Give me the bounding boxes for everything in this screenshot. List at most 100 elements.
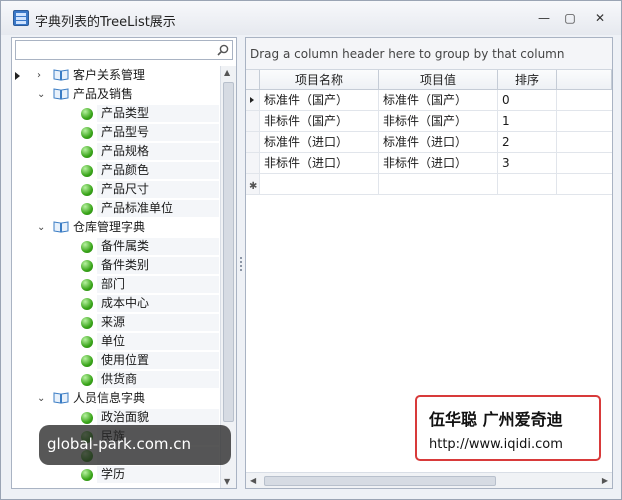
dictionary-tree: › 客户关系管理 ⌄ 产品及销售 产品类型 产品型号 产品规格 产品颜色 产品尺寸 产品标准单位 ⌄… xyxy=(13,66,219,486)
tree-node-item[interactable]: 单位 xyxy=(13,332,219,351)
cell-empty xyxy=(557,90,612,110)
green-dot-icon xyxy=(81,108,93,120)
grid-scroll-thumb[interactable] xyxy=(264,476,496,486)
book-icon xyxy=(53,88,69,100)
search-icon[interactable] xyxy=(217,44,229,56)
tree-node-item[interactable]: 产品颜色 xyxy=(13,161,219,180)
scroll-up-icon[interactable]: ▲ xyxy=(224,68,230,77)
tree-node-label: 单位 xyxy=(101,334,126,348)
grid-header-row: 项目名称 项目值 排序 xyxy=(246,70,612,90)
minimize-button[interactable]: — xyxy=(535,11,553,25)
tree-node-item[interactable]: 使用位置 xyxy=(13,351,219,370)
tree-node-item[interactable]: 产品标准单位 xyxy=(13,199,219,218)
splitter-grip-icon[interactable] xyxy=(240,257,242,271)
row-indicator[interactable] xyxy=(246,132,260,152)
tree-panel: › 客户关系管理 ⌄ 产品及销售 产品类型 产品型号 产品规格 产品颜色 产品尺寸 产品标准单位 ⌄… xyxy=(11,37,237,489)
group-by-panel[interactable]: Drag a column header here to group by th… xyxy=(246,38,612,70)
watermark-banner: global-park.com.cn xyxy=(39,425,231,465)
tree-node-item[interactable]: 学历 xyxy=(13,465,219,484)
row-indicator[interactable] xyxy=(246,153,260,173)
cell-item-value[interactable]: 标准件（进口） xyxy=(379,132,498,152)
tree-node-item[interactable]: 备件类别 xyxy=(13,256,219,275)
cell-sort-order[interactable]: 1 xyxy=(498,111,557,131)
new-item-row[interactable]: ✱ xyxy=(246,174,612,195)
tree-node-item[interactable]: 产品类型 xyxy=(13,104,219,123)
group-panel-hint: Drag a column header here to group by th… xyxy=(250,47,565,61)
cell-sort-order[interactable]: 2 xyxy=(498,132,557,152)
scroll-down-icon[interactable]: ▼ xyxy=(224,477,230,486)
new-cell-item-value[interactable] xyxy=(379,174,498,194)
column-header-item-value[interactable]: 项目值 xyxy=(379,70,498,89)
tree-node-item[interactable]: 部门 xyxy=(13,275,219,294)
panel-splitter[interactable] xyxy=(238,37,244,489)
watermark-text: global-park.com.cn xyxy=(47,435,192,453)
tree-node-item[interactable]: 成本中心 xyxy=(13,294,219,313)
tree-node-category[interactable]: ⌄ 产品及销售 xyxy=(13,85,219,104)
row-indicator[interactable]: ✱ xyxy=(246,174,260,194)
cell-item-name[interactable]: 非标件（国产） xyxy=(260,111,379,131)
tree-node-item[interactable]: 备件属类 xyxy=(13,237,219,256)
search-input[interactable] xyxy=(18,42,214,58)
tree-node-item[interactable]: 产品规格 xyxy=(13,142,219,161)
cell-sort-order[interactable]: 3 xyxy=(498,153,557,173)
app-icon xyxy=(13,10,29,26)
tree-node-category[interactable]: ⌄ 人员信息字典 xyxy=(13,389,219,408)
row-indicator[interactable] xyxy=(246,90,260,110)
tree-node-category[interactable]: ⌄ 仓库管理字典 xyxy=(13,218,219,237)
tree-node-label: 产品类型 xyxy=(101,106,150,120)
chevron-right-icon[interactable]: › xyxy=(37,66,47,85)
column-header-empty xyxy=(557,70,612,89)
table-row[interactable]: 非标件（国产） 非标件（国产） 1 xyxy=(246,111,612,132)
table-row[interactable]: 标准件（进口） 标准件（进口） 2 xyxy=(246,132,612,153)
title-bar: 字典列表的TreeList展示 — ▢ ✕ xyxy=(1,1,621,35)
tree-node-label: 来源 xyxy=(101,315,126,329)
tree-node-label: 仓库管理字典 xyxy=(73,220,146,234)
author-name: 伍华聪 广州爱奇迪 xyxy=(429,410,563,429)
green-dot-icon xyxy=(81,336,93,348)
tree-node-label: 产品型号 xyxy=(101,125,150,139)
green-dot-icon xyxy=(81,184,93,196)
cell-item-name[interactable]: 标准件（进口） xyxy=(260,132,379,152)
cell-item-name[interactable]: 非标件（进口） xyxy=(260,153,379,173)
row-indicator-header xyxy=(246,70,260,89)
column-header-sort-order[interactable]: 排序 xyxy=(498,70,557,89)
tree-node-category[interactable]: › 客户关系管理 xyxy=(13,66,219,85)
cell-item-value[interactable]: 非标件（国产） xyxy=(379,111,498,131)
tree-node-label: 客户关系管理 xyxy=(73,68,146,82)
tree-scroll-thumb[interactable] xyxy=(223,82,234,422)
cell-item-value[interactable]: 标准件（国产） xyxy=(379,90,498,110)
close-button[interactable]: ✕ xyxy=(591,11,609,25)
cell-empty xyxy=(557,132,612,152)
tree-node-item[interactable]: 供货商 xyxy=(13,370,219,389)
new-cell-item-name[interactable] xyxy=(260,174,379,194)
new-row-icon: ✱ xyxy=(249,181,258,192)
new-cell-sort-order[interactable] xyxy=(498,174,557,194)
grid-horizontal-scrollbar[interactable]: ◀ ▶ xyxy=(246,472,612,488)
main-window: 字典列表的TreeList展示 — ▢ ✕ › 客户关系管理 ⌄ 产品及销售产品类型产… xyxy=(0,0,622,500)
scroll-left-icon[interactable]: ◀ xyxy=(250,476,256,485)
tree-node-label: 部门 xyxy=(101,277,126,291)
table-row[interactable]: 非标件（进口） 非标件（进口） 3 xyxy=(246,153,612,174)
maximize-button[interactable]: ▢ xyxy=(561,11,579,25)
focused-node-icon xyxy=(15,72,20,80)
cell-item-name[interactable]: 标准件（国产） xyxy=(260,90,379,110)
cell-sort-order[interactable]: 0 xyxy=(498,90,557,110)
chevron-down-icon[interactable]: ⌄ xyxy=(37,218,47,237)
cell-item-value[interactable]: 非标件（进口） xyxy=(379,153,498,173)
chevron-down-icon[interactable]: ⌄ xyxy=(37,389,47,408)
tree-node-item[interactable]: 产品尺寸 xyxy=(13,180,219,199)
row-indicator[interactable] xyxy=(246,111,260,131)
tree-node-label: 使用位置 xyxy=(101,353,150,367)
dictionary-grid: 项目名称 项目值 排序 标准件（国产） 标准件（国产） 0 非标件（国产） 非标… xyxy=(246,70,612,195)
chevron-down-icon[interactable]: ⌄ xyxy=(37,85,47,104)
tree-node-label: 产品尺寸 xyxy=(101,182,150,196)
scroll-right-icon[interactable]: ▶ xyxy=(602,476,608,485)
green-dot-icon xyxy=(81,279,93,291)
tree-node-label: 备件类别 xyxy=(101,258,150,272)
column-header-item-name[interactable]: 项目名称 xyxy=(260,70,379,89)
green-dot-icon xyxy=(81,146,93,158)
green-dot-icon xyxy=(81,355,93,367)
tree-node-item[interactable]: 来源 xyxy=(13,313,219,332)
tree-node-item[interactable]: 产品型号 xyxy=(13,123,219,142)
table-row[interactable]: 标准件（国产） 标准件（国产） 0 xyxy=(246,90,612,111)
